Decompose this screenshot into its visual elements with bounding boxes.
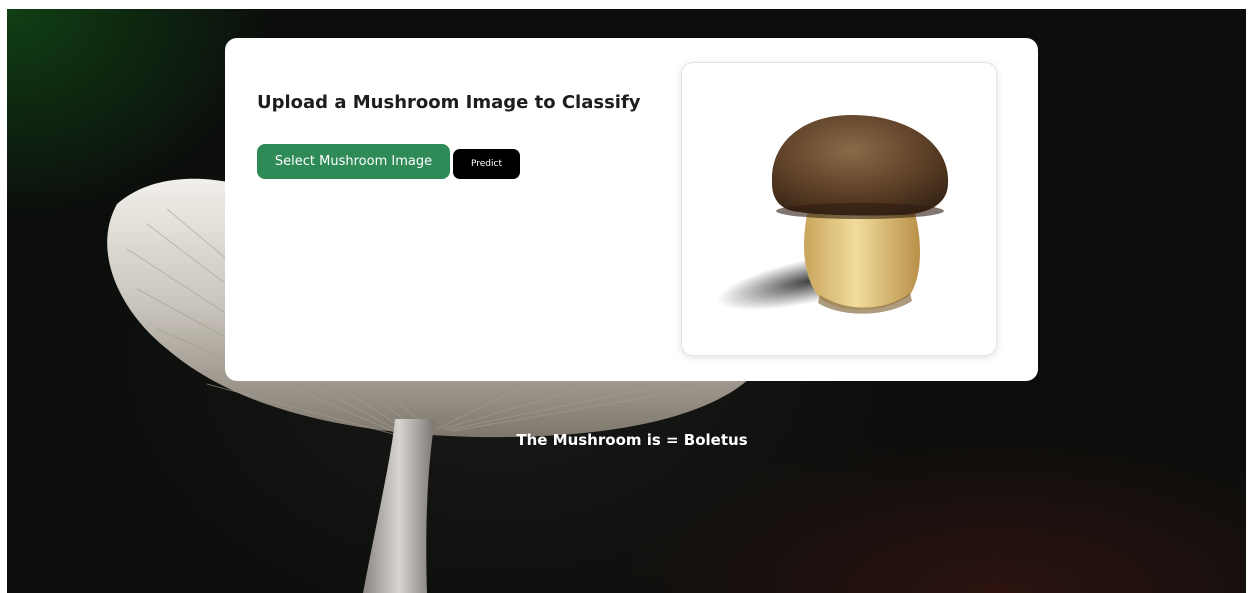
upload-card: Upload a Mushroom Image to Classify Sele… xyxy=(225,38,1038,381)
image-preview xyxy=(681,62,997,356)
upload-title: Upload a Mushroom Image to Classify xyxy=(257,92,641,113)
background: Upload a Mushroom Image to Classify Sele… xyxy=(7,9,1246,593)
prediction-result: The Mushroom is = Boletus xyxy=(516,431,748,449)
boletus-mushroom-image xyxy=(716,115,949,314)
predict-button[interactable]: Predict xyxy=(453,149,520,179)
select-mushroom-image-button[interactable]: Select Mushroom Image xyxy=(257,144,450,179)
